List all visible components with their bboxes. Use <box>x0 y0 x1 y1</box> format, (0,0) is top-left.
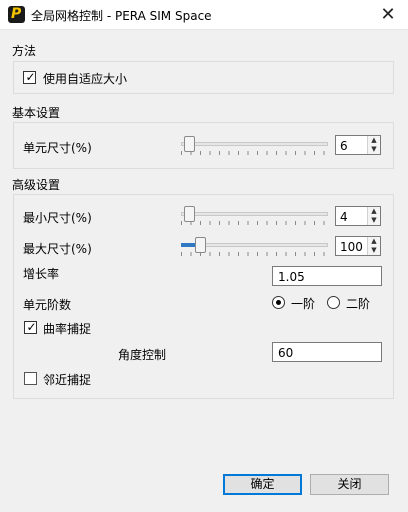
ok-button[interactable]: 确定 <box>223 474 302 495</box>
order-second-label: 二阶 <box>346 297 371 311</box>
adaptive-size-checkbox[interactable]: ✓ <box>23 70 36 84</box>
min-size-slider[interactable] <box>181 205 328 227</box>
max-size-label: 最大尺寸(%) <box>23 242 92 256</box>
checkmark-icon: ✓ <box>25 70 36 84</box>
spin-up-icon[interactable]: ▲ <box>368 207 380 216</box>
unit-size-label: 单元尺寸(%) <box>23 141 92 155</box>
min-size-label: 最小尺寸(%) <box>23 211 92 225</box>
proximity-capture-label: 邻近捕捉 <box>43 373 92 387</box>
close-icon: ✕ <box>380 4 396 25</box>
max-size-spinbox[interactable]: 100 ▲ ▼ <box>335 236 381 256</box>
order-second-radio[interactable] <box>327 296 340 309</box>
element-order-label: 单元阶数 <box>23 298 72 312</box>
title-bar: P 全局网格控制 - PERA SIM Space ✕ <box>0 0 408 30</box>
method-group: ✓ 使用自适应大小 <box>13 61 394 94</box>
proximity-capture-checkbox[interactable] <box>24 372 37 385</box>
unit-size-spinbox[interactable]: 6 ▲ ▼ <box>335 135 381 155</box>
method-section-title: 方法 <box>12 44 37 58</box>
pera-app-icon: P <box>8 6 25 23</box>
advanced-group: 最小尺寸(%) 4 ▲ ▼ 最大尺寸(%) 100 ▲ ▼ 增长率 1.05 单… <box>13 194 394 399</box>
spin-up-icon[interactable]: ▲ <box>368 136 380 145</box>
min-size-spinbox[interactable]: 4 ▲ ▼ <box>335 206 381 226</box>
curvature-capture-label: 曲率捕捉 <box>43 322 92 336</box>
unit-size-slider-thumb[interactable] <box>184 136 195 152</box>
order-first-radio[interactable] <box>272 296 285 309</box>
min-size-slider-thumb[interactable] <box>184 206 195 222</box>
spin-down-icon[interactable]: ▼ <box>368 246 380 255</box>
advanced-section-title: 高级设置 <box>12 178 61 192</box>
window-title: 全局网格控制 - PERA SIM Space <box>31 9 212 23</box>
angle-control-label: 角度控制 <box>118 348 167 362</box>
close-window-button[interactable]: ✕ <box>376 3 400 27</box>
spin-down-icon[interactable]: ▼ <box>368 145 380 154</box>
max-size-slider[interactable] <box>181 236 328 258</box>
max-size-slider-thumb[interactable] <box>195 237 206 253</box>
spin-up-icon[interactable]: ▲ <box>368 237 380 246</box>
close-button[interactable]: 关闭 <box>310 474 389 495</box>
basic-group: 单元尺寸(%) 6 ▲ ▼ <box>13 122 394 169</box>
angle-control-input[interactable]: 60 <box>272 342 382 362</box>
basic-section-title: 基本设置 <box>12 106 61 120</box>
adaptive-size-label: 使用自适应大小 <box>43 72 128 86</box>
growth-rate-input[interactable]: 1.05 <box>272 266 382 286</box>
spin-down-icon[interactable]: ▼ <box>368 216 380 225</box>
order-first-label: 一阶 <box>291 297 316 311</box>
checkmark-icon: ✓ <box>26 320 37 334</box>
unit-size-slider[interactable] <box>181 135 328 157</box>
growth-rate-label: 增长率 <box>23 267 60 281</box>
curvature-capture-checkbox[interactable]: ✓ <box>24 320 37 334</box>
